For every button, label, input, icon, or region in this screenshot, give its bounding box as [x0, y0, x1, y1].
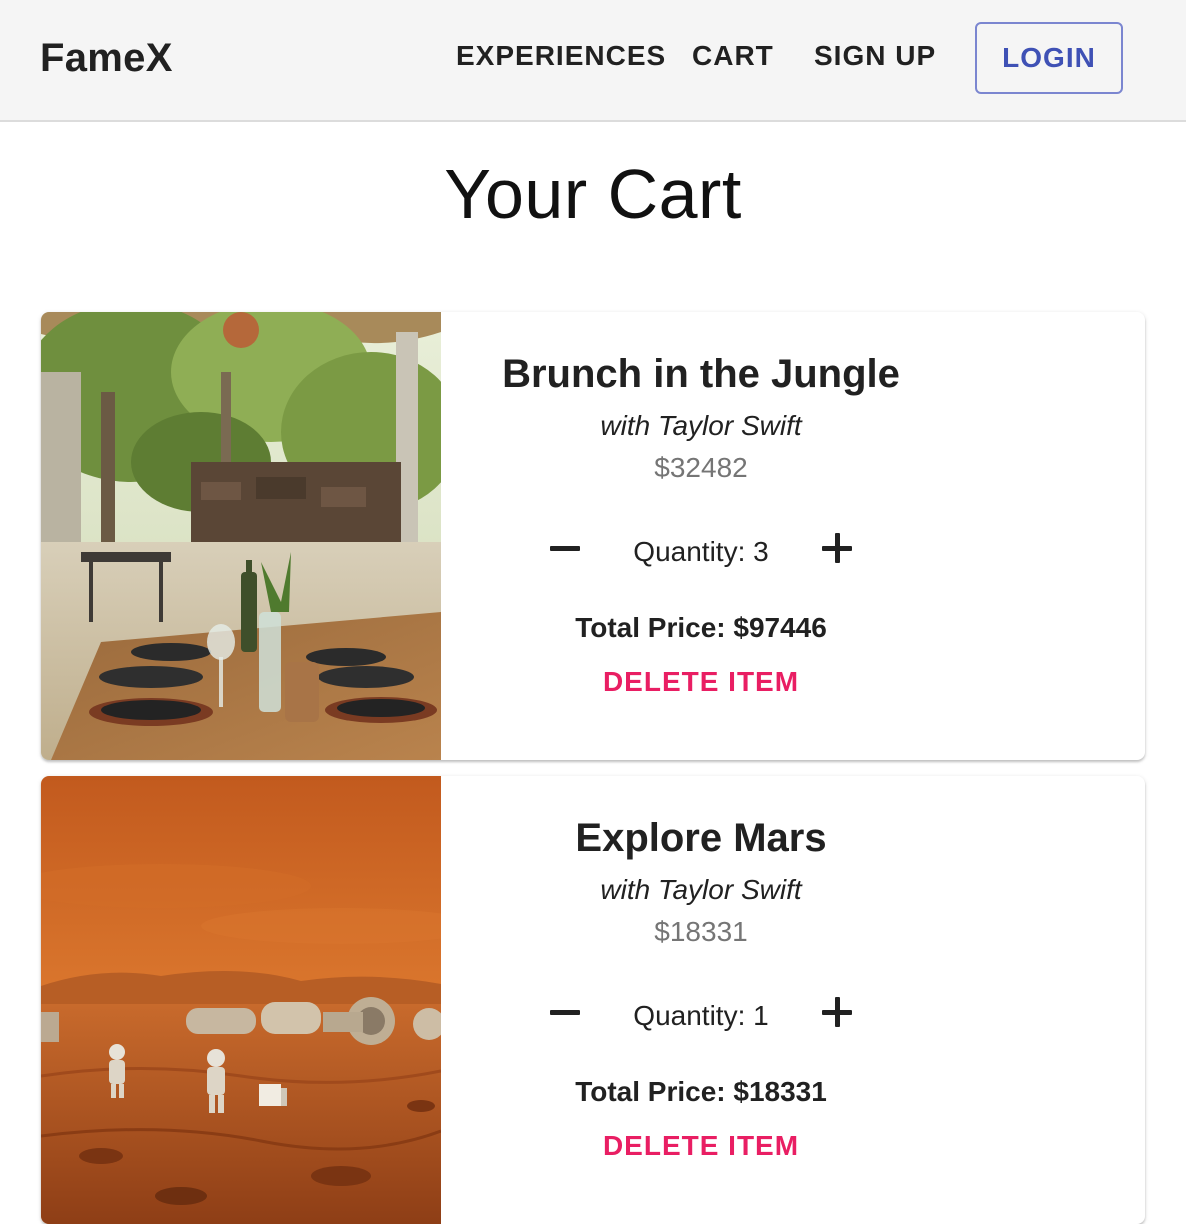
nav-experiences-link[interactable]: EXPERIENCES	[456, 40, 666, 72]
mars-exploration-image	[41, 776, 441, 1224]
jungle-brunch-image	[41, 312, 441, 760]
increase-quantity-button[interactable]	[812, 990, 862, 1040]
cart-item-card: Brunch in the Jungle with Taylor Swift $…	[41, 312, 1145, 760]
nav-cart-link[interactable]: CART	[692, 40, 774, 72]
item-host: with Taylor Swift	[600, 874, 802, 905]
app-bar: FameX EXPERIENCES CART SIGN UP LOGIN	[0, 0, 1186, 122]
nav-signup-link[interactable]: SIGN UP	[814, 40, 936, 72]
item-total-price: Total Price: $18331	[575, 1076, 827, 1107]
delete-item-button[interactable]: DELETE ITEM	[601, 660, 801, 704]
quantity-label: Quantity: 3	[633, 536, 769, 567]
item-title: Explore Mars	[575, 816, 827, 860]
quantity-stepper: Quantity: 3	[441, 526, 961, 576]
item-total-price: Total Price: $97446	[575, 612, 827, 643]
increase-quantity-button[interactable]	[812, 526, 862, 576]
page-title: Your Cart	[444, 155, 742, 233]
item-title: Brunch in the Jungle	[502, 352, 900, 396]
cart-item-details: Brunch in the Jungle with Taylor Swift $…	[441, 312, 961, 760]
item-unit-price: $32482	[654, 452, 748, 483]
item-unit-price: $18331	[654, 916, 748, 947]
login-button[interactable]: LOGIN	[975, 22, 1123, 94]
quantity-label: Quantity: 1	[633, 1000, 769, 1031]
cart-item-details: Explore Mars with Taylor Swift $18331 Qu…	[441, 776, 961, 1224]
cart-item-card: Explore Mars with Taylor Swift $18331 Qu…	[41, 776, 1145, 1224]
brand-logo[interactable]: FameX	[40, 36, 173, 81]
quantity-stepper: Quantity: 1	[441, 990, 961, 1040]
delete-item-button[interactable]: DELETE ITEM	[601, 1124, 801, 1168]
item-host: with Taylor Swift	[600, 410, 802, 441]
